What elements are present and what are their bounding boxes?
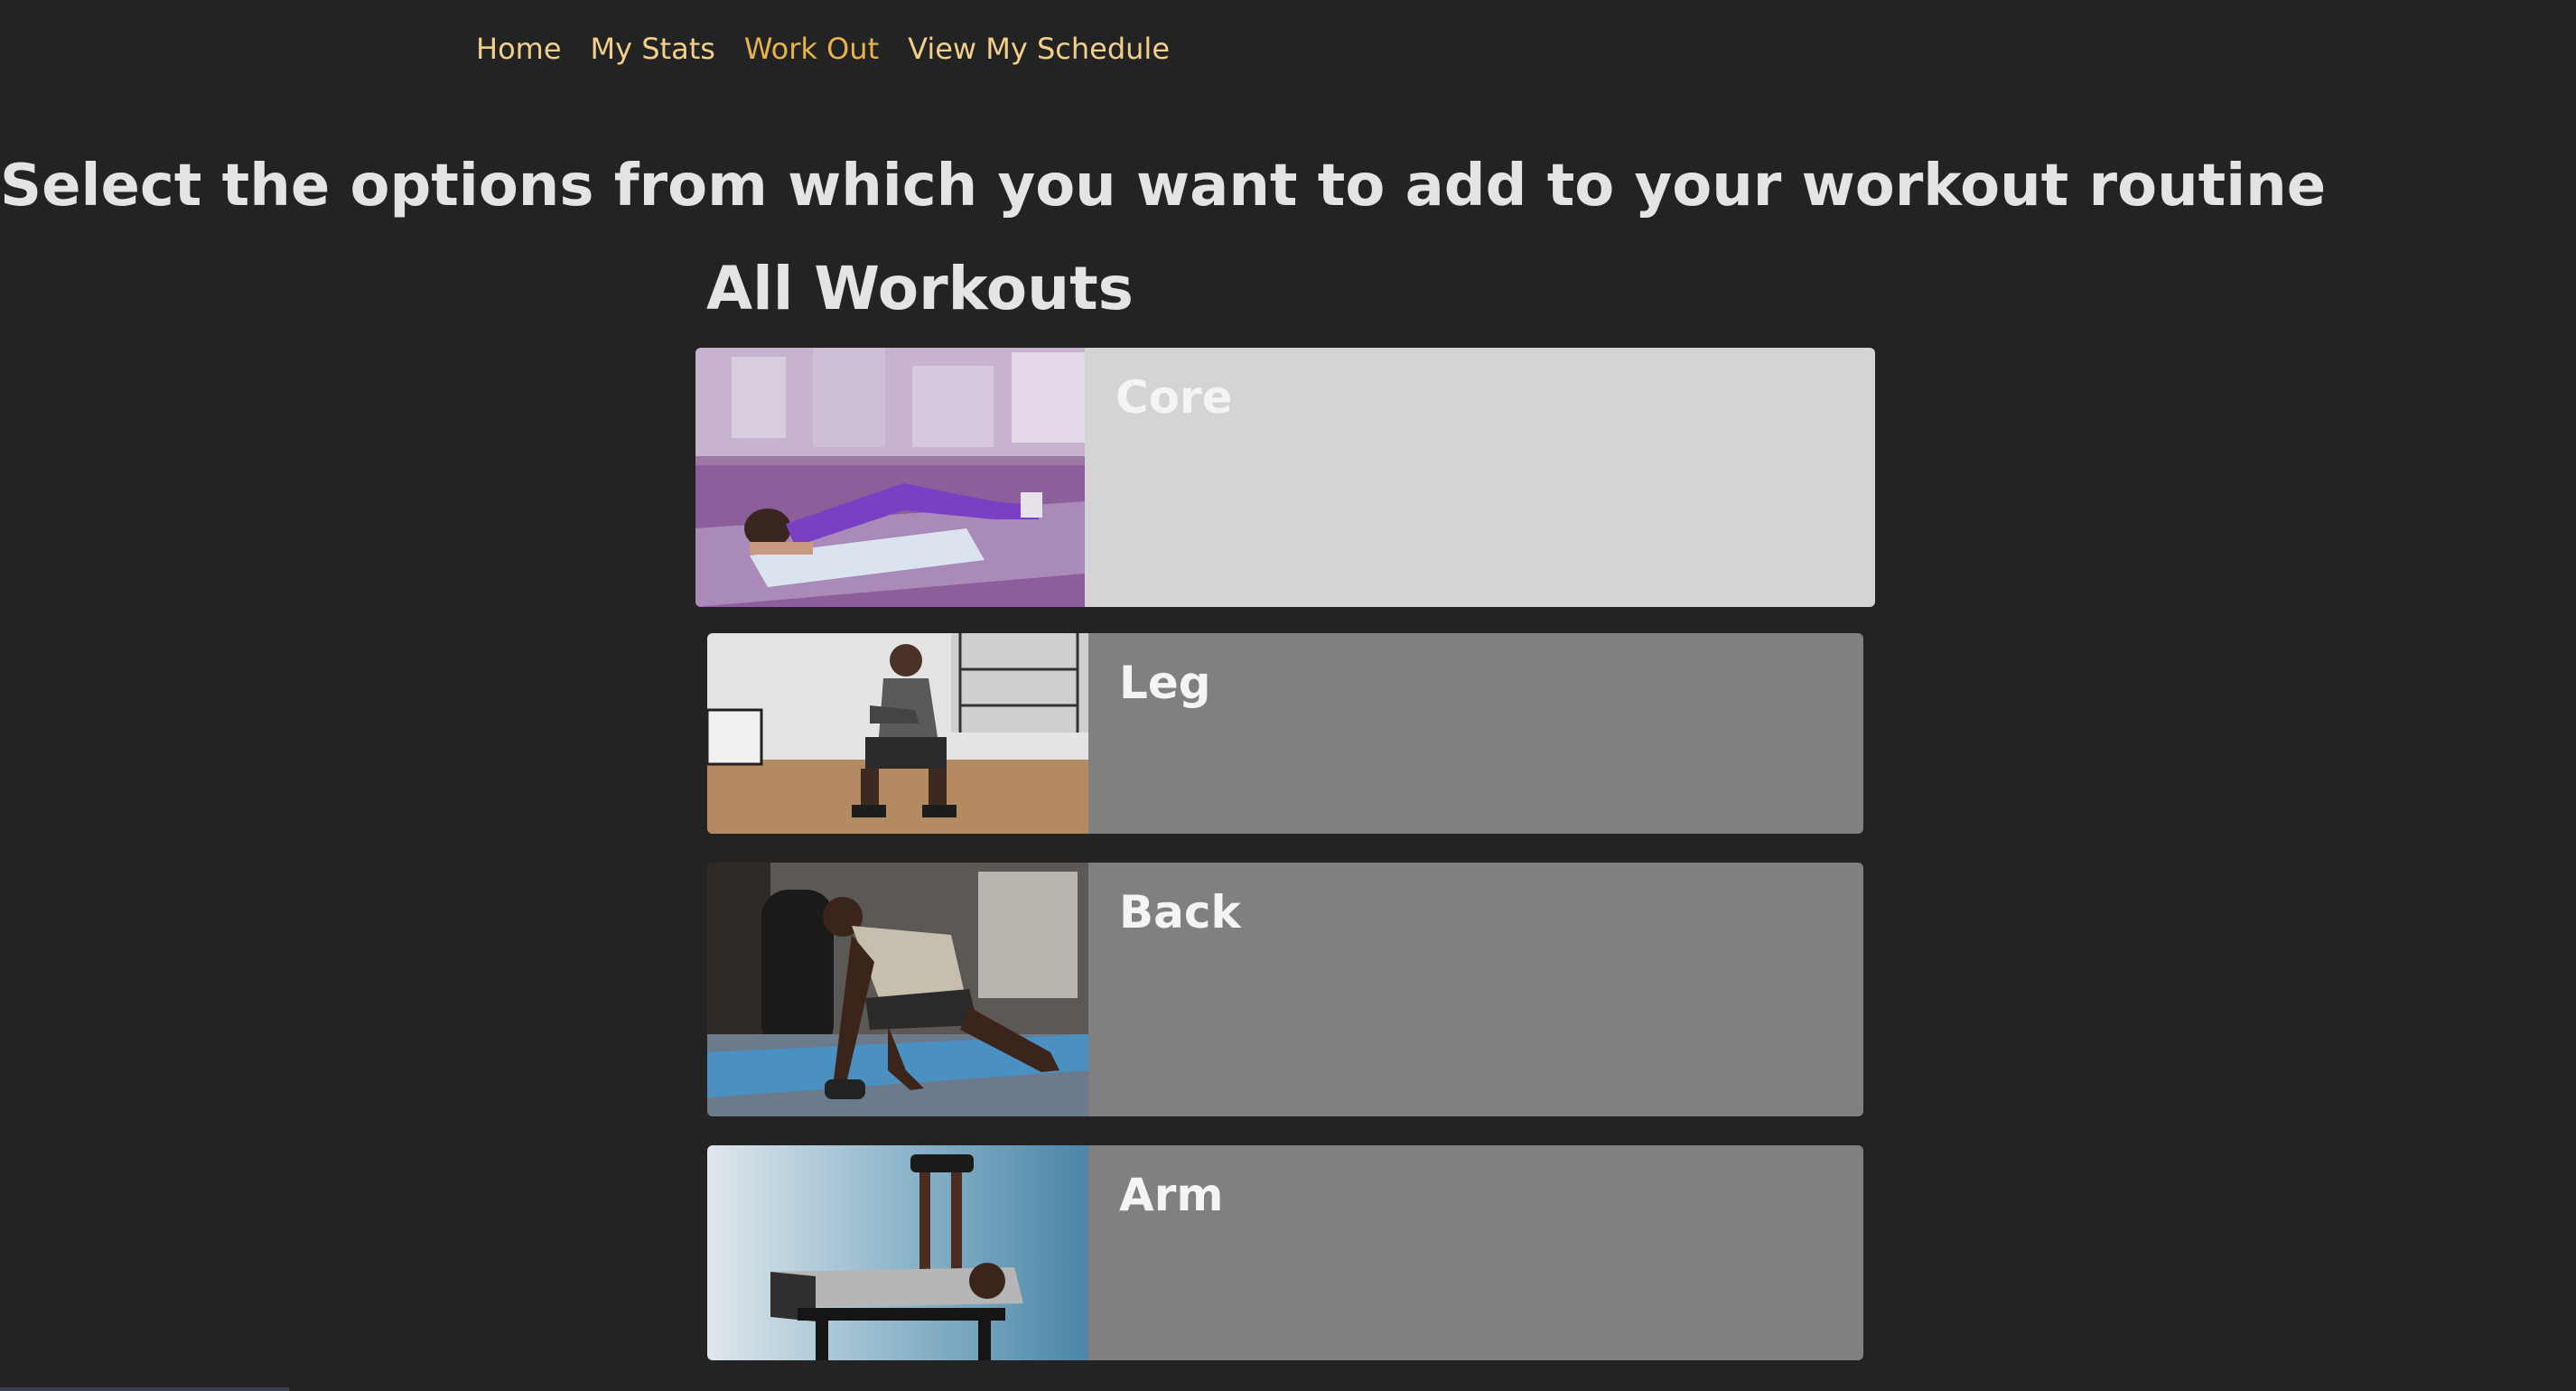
workout-card-core[interactable]: Core — [695, 348, 1875, 607]
plank-photo — [695, 348, 1085, 607]
workout-label-arm: Arm — [1119, 1169, 1224, 1221]
workout-card-leg-body: Leg — [1088, 633, 1863, 834]
workout-card-leg[interactable]: Leg — [707, 633, 1863, 834]
bench-press-photo — [707, 1145, 1088, 1360]
status-hint-bar — [0, 1387, 289, 1391]
page-title: Select the options from which you want t… — [0, 153, 2327, 219]
workout-label-core: Core — [1115, 371, 1233, 424]
workout-card-arm[interactable]: Arm — [707, 1145, 1863, 1360]
workout-card-back[interactable]: Back — [707, 863, 1863, 1116]
squat-photo — [707, 633, 1088, 834]
workout-card-core-body: Core — [1085, 348, 1875, 607]
workout-label-back: Back — [1119, 886, 1241, 938]
nav-work-out-link[interactable]: Work Out — [744, 23, 879, 74]
dumbbell-row-photo — [707, 863, 1088, 1116]
all-workouts-heading: All Workouts — [706, 254, 1134, 323]
workout-card-arm-body: Arm — [1088, 1145, 1863, 1360]
workout-card-back-body: Back — [1088, 863, 1863, 1116]
nav-view-my-schedule-link[interactable]: View My Schedule — [908, 23, 1170, 74]
nav-my-stats-link[interactable]: My Stats — [591, 23, 715, 74]
top-navigation: Home My Stats Work Out View My Schedule — [476, 23, 1170, 74]
nav-home-link[interactable]: Home — [476, 23, 562, 74]
workout-label-leg: Leg — [1119, 657, 1211, 709]
